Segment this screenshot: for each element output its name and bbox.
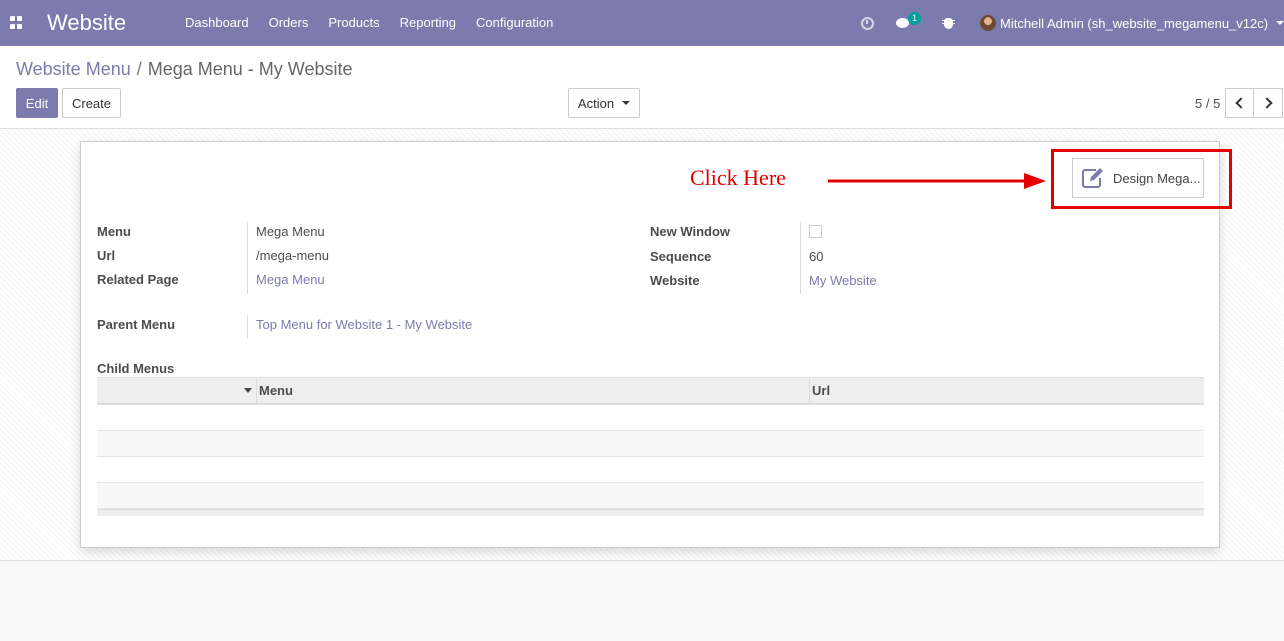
menu-item-configuration[interactable]: Configuration [466,0,563,46]
column-separator [256,378,257,404]
highlight-box [1051,149,1232,209]
create-button[interactable]: Create [62,88,121,118]
breadcrumb-separator: / [136,59,142,79]
menu-item-orders[interactable]: Orders [259,0,319,46]
field-separator [800,222,801,294]
field-label-url: Url [97,248,116,263]
main-menu: Dashboard Orders Products Reporting Conf… [175,0,563,46]
app-title[interactable]: Website [47,10,126,36]
table-footer [97,509,1204,516]
breadcrumb-parent-link[interactable]: Website Menu [16,59,131,79]
sort-caret-icon[interactable] [244,388,252,393]
form-view-background: Click Here Design Mega... Menu Url Relat… [0,129,1284,561]
pager-next-button[interactable] [1254,88,1283,118]
child-menus-label: Child Menus [97,361,175,376]
user-name: Mitchell Admin (sh_website_megamenu_v12c… [1000,15,1269,31]
new-window-checkbox[interactable] [809,225,822,238]
field-separator [247,315,248,339]
avatar [980,15,996,31]
action-label: Action [577,95,615,111]
field-value-url: /mega-menu [256,248,329,263]
chevron-right-icon [1260,97,1273,109]
debug-bug-icon[interactable] [940,0,956,46]
breadcrumb: Website Menu / Mega Menu - My Website [16,59,353,80]
activity-clock-icon[interactable] [858,0,876,46]
field-value-sequence: 60 [809,249,824,264]
table-row[interactable] [97,457,1204,483]
field-value-parent-menu-link[interactable]: Top Menu for Website 1 - My Website [256,317,472,332]
table-row[interactable] [97,431,1204,457]
pager-value[interactable]: 5 / 5 [1195,96,1220,111]
top-navbar: Website Dashboard Orders Products Report… [0,0,1284,46]
field-label-sequence: Sequence [650,249,712,264]
user-menu[interactable]: Mitchell Admin (sh_website_megamenu_v12c… [980,0,1284,46]
chat-badge: 1 [908,12,921,25]
field-value-related-page-link[interactable]: Mega Menu [256,272,325,287]
apps-menu-icon[interactable] [10,16,23,29]
caret-down-icon [622,101,631,105]
field-label-parent-menu: Parent Menu [97,317,176,332]
breadcrumb-current: Mega Menu - My Website [147,59,353,79]
field-label-menu: Menu [97,224,131,239]
field-value-menu: Mega Menu [256,224,325,239]
caret-down-icon [1276,21,1284,25]
table-row[interactable] [97,483,1204,509]
action-dropdown[interactable]: Action [568,88,640,118]
column-header-url[interactable]: Url [812,378,830,404]
field-label-new-window: New Window [650,224,731,239]
menu-item-reporting[interactable]: Reporting [390,0,466,46]
field-label-related-page: Related Page [97,272,179,287]
arrow-right-icon [828,173,1046,189]
chevron-left-icon [1235,97,1247,109]
table-header: Menu Url [97,377,1204,405]
column-separator [809,378,810,404]
field-separator [247,222,248,294]
column-header-menu[interactable]: Menu [259,378,293,404]
field-value-website-link[interactable]: My Website [809,273,877,288]
pager-previous-button[interactable] [1225,88,1254,118]
click-here-annotation: Click Here [690,165,786,190]
menu-item-dashboard[interactable]: Dashboard [175,0,259,46]
edit-button[interactable]: Edit [16,88,58,118]
form-sheet: Click Here Design Mega... Menu Url Relat… [80,141,1232,548]
menu-item-products[interactable]: Products [318,0,389,46]
control-panel: Website Menu / Mega Menu - My Website Edit… [0,46,1284,129]
child-menus-table: Menu Url [97,377,1204,516]
table-row[interactable] [97,405,1204,431]
field-label-website: Website [650,273,700,288]
